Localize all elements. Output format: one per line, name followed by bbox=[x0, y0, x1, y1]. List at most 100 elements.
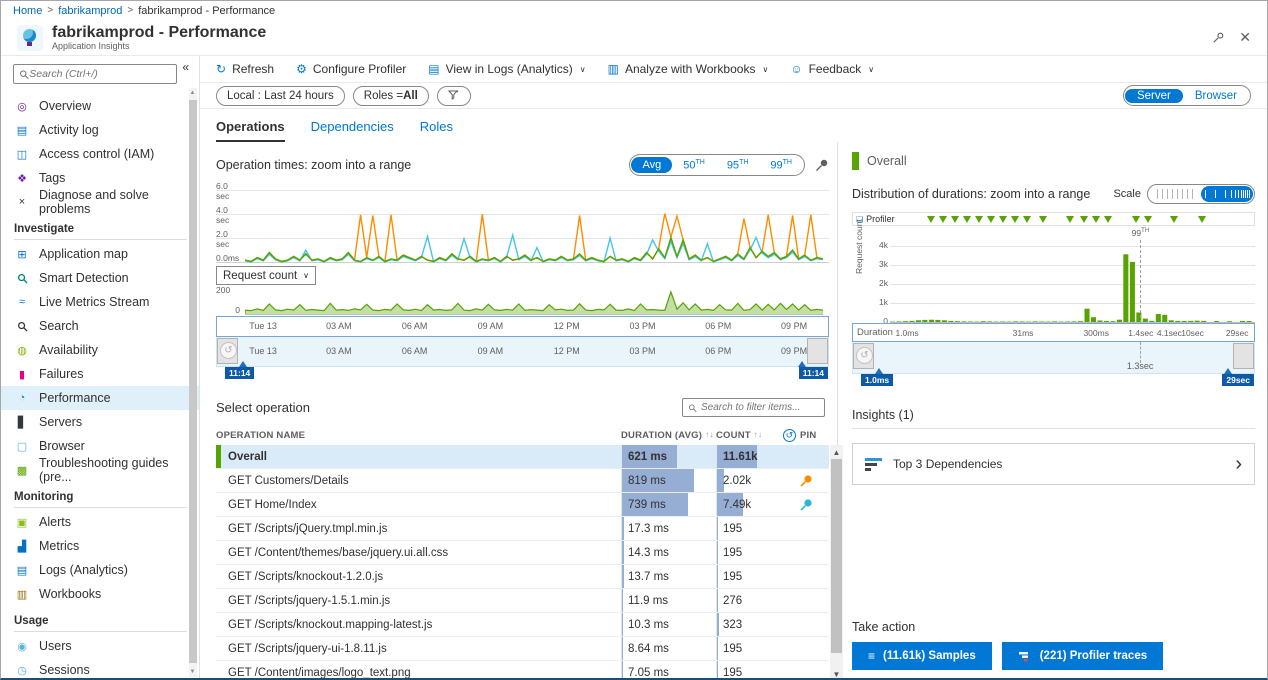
percentile-avg[interactable]: Avg bbox=[631, 157, 672, 173]
col-duration[interactable]: DURATION (AVG)↑↓ bbox=[621, 430, 716, 441]
sidebar-item-activity-log[interactable]: ▤Activity log bbox=[1, 118, 199, 142]
table-scrollbar[interactable]: ▲ ▼ bbox=[830, 445, 843, 680]
table-filter[interactable] bbox=[682, 398, 825, 417]
scroll-up-icon[interactable]: ▲ bbox=[830, 448, 843, 457]
scroll-up-icon[interactable]: ▲ bbox=[188, 90, 197, 96]
profiler-trace-marker[interactable] bbox=[1011, 216, 1019, 223]
sidebar-item-overview[interactable]: ◎Overview bbox=[1, 94, 199, 118]
metric-selector[interactable]: Request count ∨ bbox=[216, 266, 316, 285]
sidebar-item-failures[interactable]: ▮Failures bbox=[1, 362, 199, 386]
duration-range-brush[interactable]: 1.3sec↺1.0ms29sec bbox=[852, 342, 1255, 374]
insight-card-top3-dependencies[interactable]: Top 3 Dependencies › bbox=[852, 443, 1255, 485]
request-count-chart[interactable]: 2000 bbox=[216, 287, 829, 315]
table-row[interactable]: GET /Scripts/knockout-1.2.0.js13.7 ms195 bbox=[216, 565, 829, 589]
analyze-with-workbooks-button[interactable]: ▥Analyze with Workbooks∨ bbox=[608, 62, 769, 76]
table-row[interactable]: GET /Content/images/logo_text.png7.05 ms… bbox=[216, 661, 829, 680]
profiler-trace-marker[interactable] bbox=[975, 216, 983, 223]
roles-pill[interactable]: Roles = All bbox=[353, 86, 429, 106]
brush-handle-left[interactable]: ↺ bbox=[217, 338, 238, 364]
scale-log-option[interactable] bbox=[1201, 186, 1253, 202]
profiler-trace-marker[interactable] bbox=[963, 216, 971, 223]
pin-chart-icon[interactable] bbox=[815, 158, 829, 172]
operation-times-chart[interactable]: 6.0 sec4.0 sec2.0 sec0.0ms bbox=[216, 180, 829, 264]
sidebar-item-diagnose-and-solve-problems[interactable]: ×Diagnose and solve problems bbox=[1, 190, 199, 214]
brush-handle-left[interactable]: ↺ bbox=[853, 343, 874, 369]
table-row[interactable]: GET Home/Index739 ms7.49k bbox=[216, 493, 829, 517]
close-icon[interactable]: ✕ bbox=[1239, 29, 1251, 46]
table-row[interactable]: GET /Scripts/jQuery.tmpl.min.js17.3 ms19… bbox=[216, 517, 829, 541]
brush-handle-right[interactable] bbox=[807, 338, 828, 364]
profiler-trace-marker[interactable] bbox=[927, 216, 935, 223]
percentile-50[interactable]: 50TH bbox=[672, 157, 716, 174]
brush-reset-icon[interactable]: ↺ bbox=[856, 347, 873, 364]
breadcrumb-resource[interactable]: fabrikamprod bbox=[58, 5, 122, 17]
profiler-trace-marker[interactable] bbox=[1170, 216, 1178, 223]
profiler-trace-marker[interactable] bbox=[1039, 216, 1047, 223]
sidebar-item-alerts[interactable]: ▣Alerts bbox=[1, 510, 199, 534]
profiler-trace-marker[interactable] bbox=[1080, 216, 1088, 223]
col-operation-name[interactable]: OPERATION NAME bbox=[216, 430, 621, 441]
samples-button[interactable]: ≡(11.61k) Samples bbox=[852, 642, 992, 670]
profiler-traces-button[interactable]: (221) Profiler traces bbox=[1002, 642, 1163, 670]
pin-blade-icon[interactable] bbox=[1212, 31, 1225, 44]
scroll-down-icon[interactable]: ▼ bbox=[188, 669, 197, 675]
profiler-trace-marker[interactable] bbox=[987, 216, 995, 223]
table-row[interactable]: Overall621 ms11.61k bbox=[216, 445, 829, 469]
sidebar-item-browser[interactable]: ▢Browser bbox=[1, 434, 199, 458]
pushpin-icon[interactable] bbox=[799, 474, 813, 488]
tab-roles[interactable]: Roles bbox=[420, 119, 453, 142]
brush-reset-icon[interactable]: ↺ bbox=[220, 342, 237, 359]
tab-operations[interactable]: Operations bbox=[216, 119, 285, 142]
sidebar-item-live-metrics-stream[interactable]: ≈Live Metrics Stream bbox=[1, 290, 199, 314]
add-filter-pill[interactable] bbox=[437, 86, 471, 106]
toggle-browser[interactable]: Browser bbox=[1183, 89, 1249, 103]
reset-icon[interactable]: ↺ bbox=[783, 429, 796, 442]
profiler-trace-marker[interactable] bbox=[1132, 216, 1140, 223]
sidebar-collapse-icon[interactable]: « bbox=[182, 60, 189, 74]
table-row[interactable]: GET /Scripts/jquery-ui-1.8.11.js8.64 ms1… bbox=[216, 637, 829, 661]
scroll-down-icon[interactable]: ▼ bbox=[830, 670, 843, 679]
sidebar-item-troubleshooting-guides-pre[interactable]: ▩Troubleshooting guides (pre... bbox=[1, 458, 199, 482]
col-count[interactable]: COUNT↑↓ bbox=[716, 430, 783, 441]
table-filter-input[interactable] bbox=[701, 402, 819, 413]
sidebar-item-workbooks[interactable]: ▥Workbooks bbox=[1, 582, 199, 606]
sidebar-item-smart-detection[interactable]: Smart Detection bbox=[1, 266, 199, 290]
scale-linear-option[interactable] bbox=[1153, 189, 1197, 199]
tab-dependencies[interactable]: Dependencies bbox=[311, 119, 394, 142]
sidebar-item-availability[interactable]: ◍Availability bbox=[1, 338, 199, 362]
sidebar-item-metrics[interactable]: ▟Metrics bbox=[1, 534, 199, 558]
percentile-95[interactable]: 95TH bbox=[716, 157, 760, 174]
configure-profiler-button[interactable]: ⚙Configure Profiler bbox=[296, 62, 406, 76]
sidebar-item-sessions[interactable]: ◷Sessions bbox=[1, 658, 199, 679]
profiler-trace-marker[interactable] bbox=[939, 216, 947, 223]
profiler-trace-marker[interactable] bbox=[1198, 216, 1206, 223]
profiler-trace-marker[interactable] bbox=[1104, 216, 1112, 223]
sidebar-item-users[interactable]: ◉Users bbox=[1, 634, 199, 658]
brush-handle-right[interactable] bbox=[1233, 343, 1254, 369]
sidebar-item-search[interactable]: Search bbox=[1, 314, 199, 338]
sidebar-item-servers[interactable]: ▋Servers bbox=[1, 410, 199, 434]
percentile-99[interactable]: 99TH bbox=[759, 157, 803, 174]
sidebar-item-performance[interactable]: ◔Performance bbox=[1, 386, 199, 410]
table-row[interactable]: GET /Scripts/jquery-1.5.1.min.js11.9 ms2… bbox=[216, 589, 829, 613]
refresh-button[interactable]: ↻Refresh bbox=[216, 62, 274, 76]
profiler-trace-marker[interactable] bbox=[1066, 216, 1074, 223]
profiler-trace-marker[interactable] bbox=[1144, 216, 1152, 223]
sidebar-item-access-control-iam[interactable]: ◫Access control (IAM) bbox=[1, 142, 199, 166]
time-range-pill[interactable]: Local : Last 24 hours bbox=[216, 86, 345, 106]
profiler-trace-marker[interactable] bbox=[999, 216, 1007, 223]
breadcrumb-home[interactable]: Home bbox=[13, 5, 42, 17]
pushpin-icon[interactable] bbox=[799, 498, 813, 512]
table-row[interactable]: GET Customers/Details819 ms2.02k bbox=[216, 469, 829, 493]
time-range-brush[interactable]: Tue 1303 AM06 AM09 AM12 PM03 PM06 PM09 P… bbox=[216, 337, 829, 367]
duration-histogram[interactable]: Request count 4k3k2k1k099TH bbox=[852, 228, 1255, 323]
sidebar-search[interactable] bbox=[13, 64, 177, 84]
sidebar-item-application-map[interactable]: ⊞Application map bbox=[1, 242, 199, 266]
sidebar-item-tags[interactable]: ❖Tags bbox=[1, 166, 199, 190]
view-in-logs-analytics--button[interactable]: ▤View in Logs (Analytics)∨ bbox=[428, 62, 585, 76]
toggle-server[interactable]: Server bbox=[1125, 89, 1183, 103]
profiler-trace-marker[interactable] bbox=[1092, 216, 1100, 223]
table-row[interactable]: GET /Scripts/knockout.mapping-latest.js1… bbox=[216, 613, 829, 637]
profiler-trace-marker[interactable] bbox=[951, 216, 959, 223]
sidebar-search-input[interactable] bbox=[29, 68, 171, 80]
